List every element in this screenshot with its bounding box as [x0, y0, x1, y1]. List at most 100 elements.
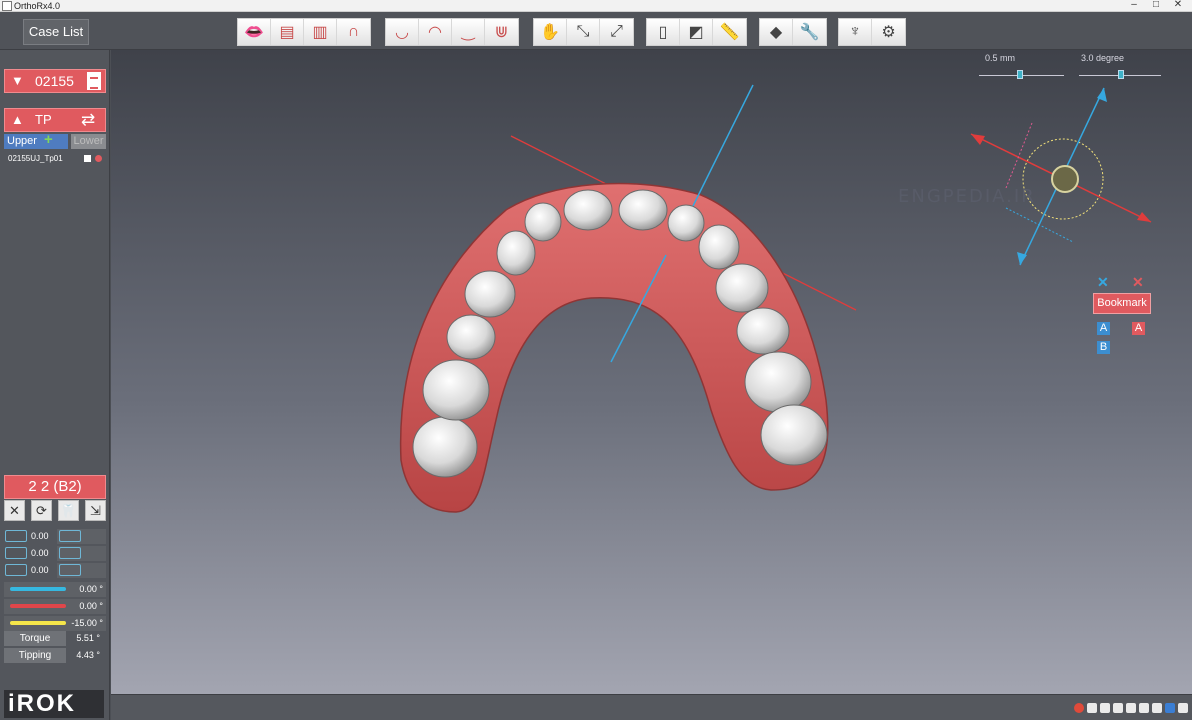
- red-rotation-row[interactable]: 0.00 °: [4, 599, 106, 614]
- toolbar-group-measure: ▯ ◩ 📏: [646, 18, 747, 46]
- tipping-value: 4.43 °: [76, 650, 100, 660]
- status-bar: [111, 694, 1192, 720]
- upper-jaw-front-icon[interactable]: ▤: [271, 19, 304, 45]
- tooth-premolar: [464, 270, 516, 318]
- 3d-viewport[interactable]: ENGPEDIA.IR 0.5 mm 3.0 degree ✕ ✕ Bookma…: [111, 50, 1192, 694]
- arch-curve-row: 0.00: [4, 546, 106, 561]
- add-stage-plus-icon[interactable]: +: [44, 132, 53, 147]
- main-toolbar: Case List 👄 ▤ ▥ ∩ ◡ ◠ ‿ ⋓ ✋ ⤡ ⤢ ▯ ◩ 📏 ◆ 🔧 ♆ ⚙: [0, 12, 1192, 50]
- lower-jaw-tab[interactable]: Lower: [71, 134, 106, 149]
- intrusion-alt-icon[interactable]: [59, 564, 81, 576]
- rotation-step-knob[interactable]: [1118, 70, 1124, 79]
- tooth-canine: [496, 230, 536, 276]
- punctuation-icon[interactable]: [1113, 703, 1123, 713]
- blue-rotation-row[interactable]: 0.00 °: [4, 582, 106, 597]
- pink-guide-line: [1005, 122, 1033, 189]
- orientation-gizmo: [970, 87, 1152, 266]
- tipping-label: Tipping: [4, 648, 66, 663]
- stage-visible-checkbox[interactable]: [84, 155, 91, 162]
- maximize-button[interactable]: □: [1146, 0, 1166, 11]
- bookmark-b-blue-button[interactable]: B: [1097, 341, 1110, 354]
- blue-axis-line-top: [690, 84, 754, 211]
- wrench-icon[interactable]: 🔧: [793, 19, 826, 45]
- upper-teeth-view-icon[interactable]: ◡: [386, 19, 419, 45]
- user-icon[interactable]: [1152, 703, 1162, 713]
- red-arrow-head-icon: [971, 134, 985, 145]
- treatment-plan-header[interactable]: ▲ TP ⇄: [4, 108, 106, 132]
- shirt-icon[interactable]: [1165, 703, 1175, 713]
- close-window-button[interactable]: ✕: [1168, 0, 1188, 11]
- treatment-plan-label: TP: [35, 112, 52, 127]
- input-method-icon[interactable]: [1074, 703, 1084, 713]
- tooth-view-button[interactable]: 🦷: [58, 500, 79, 521]
- settings-icon[interactable]: [1178, 703, 1188, 713]
- keyboard-icon[interactable]: [1139, 703, 1149, 713]
- moon-icon[interactable]: [1100, 703, 1110, 713]
- watermark-text: ENGPEDIA.IR: [898, 186, 1036, 207]
- tooth-molar: [412, 416, 478, 478]
- rotate-tooth-button[interactable]: ⟳: [31, 500, 52, 521]
- arch-curve-value: 0.00: [31, 548, 49, 558]
- upper-jaw-label: Upper: [7, 135, 37, 147]
- expand-triangle-icon[interactable]: ▲: [11, 112, 24, 127]
- window-title: OrthoRx4.0: [14, 1, 61, 11]
- shrink-view-icon[interactable]: ⤡: [567, 19, 600, 45]
- stage-list-item[interactable]: 02155UJ_Tp01: [4, 153, 106, 165]
- mesial-distal-value: 0.00: [31, 531, 49, 541]
- upper-jaw-tab[interactable]: Upper +: [4, 132, 68, 149]
- gum-view-icon[interactable]: ‿: [452, 19, 485, 45]
- toolbar-group-views: 👄 ▤ ▥ ∩: [237, 18, 371, 46]
- tooth-shape-icon[interactable]: ◩: [680, 19, 713, 45]
- tooth-molar: [744, 351, 812, 413]
- document-icon[interactable]: [87, 72, 101, 90]
- reset-tooth-button[interactable]: ✕: [4, 500, 25, 521]
- bookmark-a-blue-button[interactable]: A: [1097, 322, 1110, 335]
- left-panel: ▼ 02155 ▲ TP ⇄ Upper + Lower 02155UJ_Tp0…: [0, 50, 110, 720]
- attachments-icon[interactable]: ⚙: [872, 19, 905, 45]
- mesial-distal-alt-icon[interactable]: [59, 530, 81, 542]
- mesial-distal-icon[interactable]: [5, 530, 27, 542]
- ruler-icon[interactable]: 📏: [713, 19, 746, 45]
- move-tooth-button[interactable]: ⇲: [85, 500, 106, 521]
- emoji-icon[interactable]: [1126, 703, 1136, 713]
- lower-teeth-view-icon[interactable]: ◠: [419, 19, 452, 45]
- swap-arrows-icon[interactable]: ⇄: [81, 110, 95, 130]
- arch-outline-icon[interactable]: ∩: [337, 19, 370, 45]
- occlusion-front-icon[interactable]: 👄: [238, 19, 271, 45]
- arch-curve-alt-icon[interactable]: [59, 547, 81, 559]
- jaw-model-icon[interactable]: ♆: [839, 19, 872, 45]
- toolbar-group-teeth: ◡ ◠ ‿ ⋓: [385, 18, 519, 46]
- arch-curve-icon[interactable]: [5, 547, 27, 559]
- case-list-button[interactable]: Case List: [23, 19, 89, 45]
- toolbar-group-model: ♆ ⚙: [838, 18, 906, 46]
- yellow-rotation-row[interactable]: -15.00 °: [4, 616, 106, 631]
- hand-pan-icon[interactable]: ✋: [534, 19, 567, 45]
- mesial-distal-row: 0.00: [4, 529, 106, 544]
- tooth-split-icon[interactable]: ▯: [647, 19, 680, 45]
- tooth-molar: [760, 404, 828, 466]
- intrusion-icon[interactable]: [5, 564, 27, 576]
- expand-view-icon[interactable]: ⤢: [600, 19, 633, 45]
- tooth-premolar: [715, 263, 769, 313]
- minimize-button[interactable]: –: [1124, 0, 1144, 11]
- rotation-step-label: 3.0 degree: [1081, 53, 1125, 63]
- collapse-triangle-icon[interactable]: ▼: [11, 73, 24, 88]
- intrusion-row: 0.00: [4, 563, 106, 578]
- lower-jaw-front-icon[interactable]: ▥: [304, 19, 337, 45]
- tooth-premolar: [446, 314, 496, 360]
- translation-step-label: 0.5 mm: [985, 53, 1016, 63]
- bookmark-a-red-button[interactable]: A: [1132, 322, 1145, 335]
- clear-red-bookmark-icon[interactable]: ✕: [1132, 274, 1144, 291]
- tooth-molar: [422, 359, 490, 421]
- full-arch-teeth-icon[interactable]: ⋓: [485, 19, 518, 45]
- dental-arch-model[interactable]: ENGPEDIA.IR: [111, 50, 1192, 694]
- stage-delete-icon[interactable]: [95, 155, 102, 162]
- tipping-row: Tipping 4.43 °: [4, 648, 106, 663]
- eraser-icon[interactable]: ◆: [760, 19, 793, 45]
- bookmark-button[interactable]: Bookmark: [1093, 293, 1151, 314]
- toolbar-group-edit: ◆ 🔧: [759, 18, 827, 46]
- clear-blue-bookmark-icon[interactable]: ✕: [1097, 274, 1109, 291]
- translation-step-knob[interactable]: [1017, 70, 1023, 79]
- language-icon[interactable]: [1087, 703, 1097, 713]
- case-header[interactable]: ▼ 02155: [4, 69, 106, 93]
